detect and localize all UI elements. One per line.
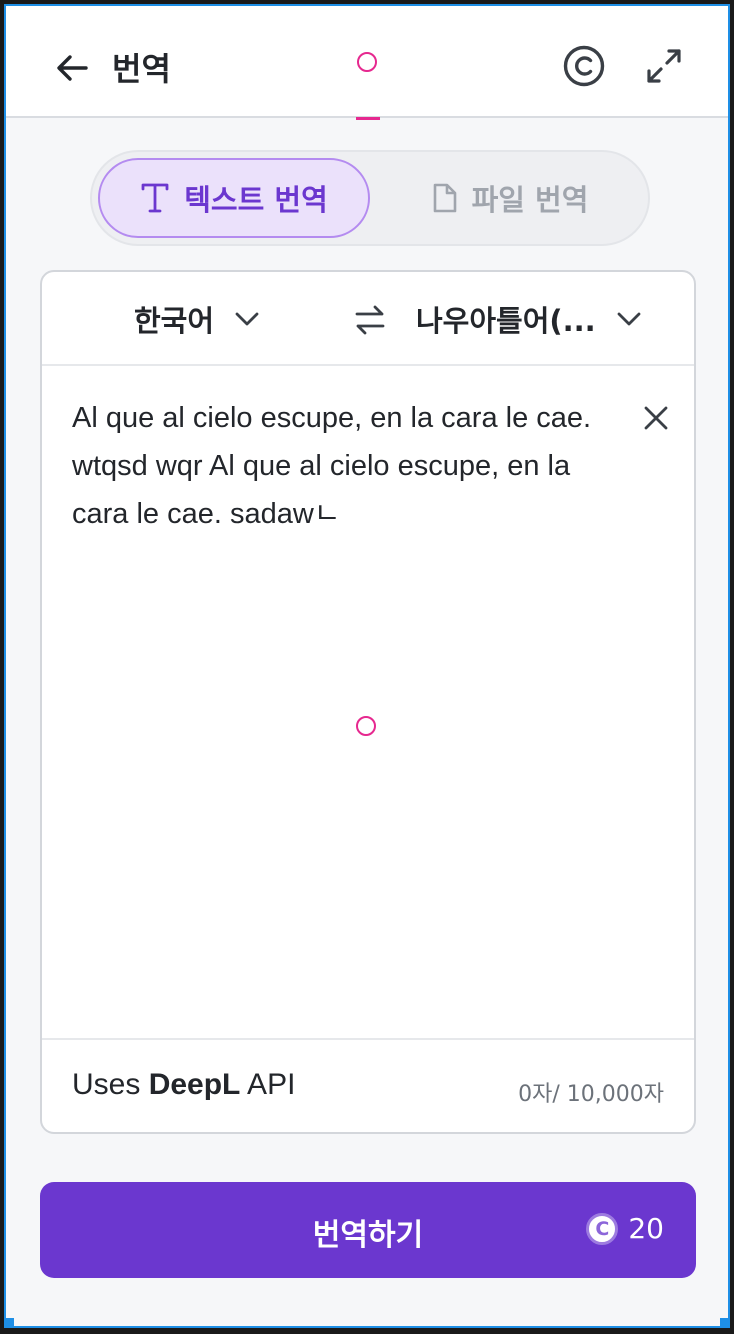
tab-text-translate[interactable]: 텍스트 번역 xyxy=(98,158,370,238)
card-footer: Uses DeepL API 0자/ 10,000자 xyxy=(42,1038,694,1132)
translate-button[interactable]: 번역하기 C 20 xyxy=(40,1182,696,1278)
source-text-input[interactable]: Al que al cielo escupe, en la cara le ca… xyxy=(72,394,612,538)
uses-suffix: API xyxy=(240,1068,296,1101)
coin-icon: C xyxy=(586,1212,619,1245)
frame-corner xyxy=(6,1318,14,1326)
scroll-marker xyxy=(356,117,380,120)
page-title: 번역 xyxy=(112,50,171,88)
header: 번역 xyxy=(6,6,728,118)
text-line: wtqsd wqr Al que al cielo escupe, en la xyxy=(72,450,571,482)
mode-tabs: 텍스트 번역 파일 번역 xyxy=(90,150,650,246)
chevron-down-icon xyxy=(234,311,260,327)
expand-icon xyxy=(647,49,681,83)
text-line: cara le cae. sadawㄴ xyxy=(72,498,341,530)
credit-cost: C 20 xyxy=(586,1212,664,1245)
tab-file-translate[interactable]: 파일 번역 xyxy=(378,158,642,238)
frame-corner xyxy=(720,1318,728,1326)
character-count: 0자/ 10,000자 xyxy=(518,1082,664,1107)
copyright-icon xyxy=(563,45,605,87)
tab-label: 파일 번역 xyxy=(471,183,589,217)
clear-text-button[interactable] xyxy=(638,400,674,436)
swap-languages-button[interactable] xyxy=(348,298,392,342)
target-language-select[interactable]: 나우아틀어(... xyxy=(416,294,642,344)
expand-button[interactable] xyxy=(640,42,688,90)
arrow-left-icon xyxy=(57,55,88,81)
app-frame: 번역 텍스트 번역 파일 번역 한국어 나우아틀어(... Al que al … xyxy=(4,4,730,1328)
text-line: Al que al cielo escupe, en la cara le ca… xyxy=(72,402,592,434)
translate-card: 한국어 나우아틀어(... Al que al cielo escupe, en… xyxy=(40,270,696,1134)
file-icon xyxy=(432,182,458,214)
credit-cost-value: 20 xyxy=(628,1212,664,1245)
marker-ring xyxy=(357,52,377,72)
credit-button[interactable] xyxy=(560,42,608,90)
back-button[interactable] xyxy=(48,44,96,92)
close-icon xyxy=(644,406,668,430)
chevron-down-icon xyxy=(616,311,642,327)
powered-by-text: Uses DeepL API xyxy=(72,1068,295,1102)
source-language-select[interactable]: 한국어 xyxy=(134,294,260,344)
language-bar: 한국어 나우아틀어(... xyxy=(42,272,694,366)
text-t-icon xyxy=(140,182,170,214)
swap-icon xyxy=(355,305,385,335)
source-language-label: 한국어 xyxy=(134,304,215,338)
target-language-label: 나우아틀어(... xyxy=(416,304,596,338)
uses-prefix: Uses xyxy=(72,1068,149,1101)
marker-ring xyxy=(356,716,376,736)
uses-brand: DeepL xyxy=(148,1068,241,1101)
tab-label: 텍스트 번역 xyxy=(184,183,328,217)
